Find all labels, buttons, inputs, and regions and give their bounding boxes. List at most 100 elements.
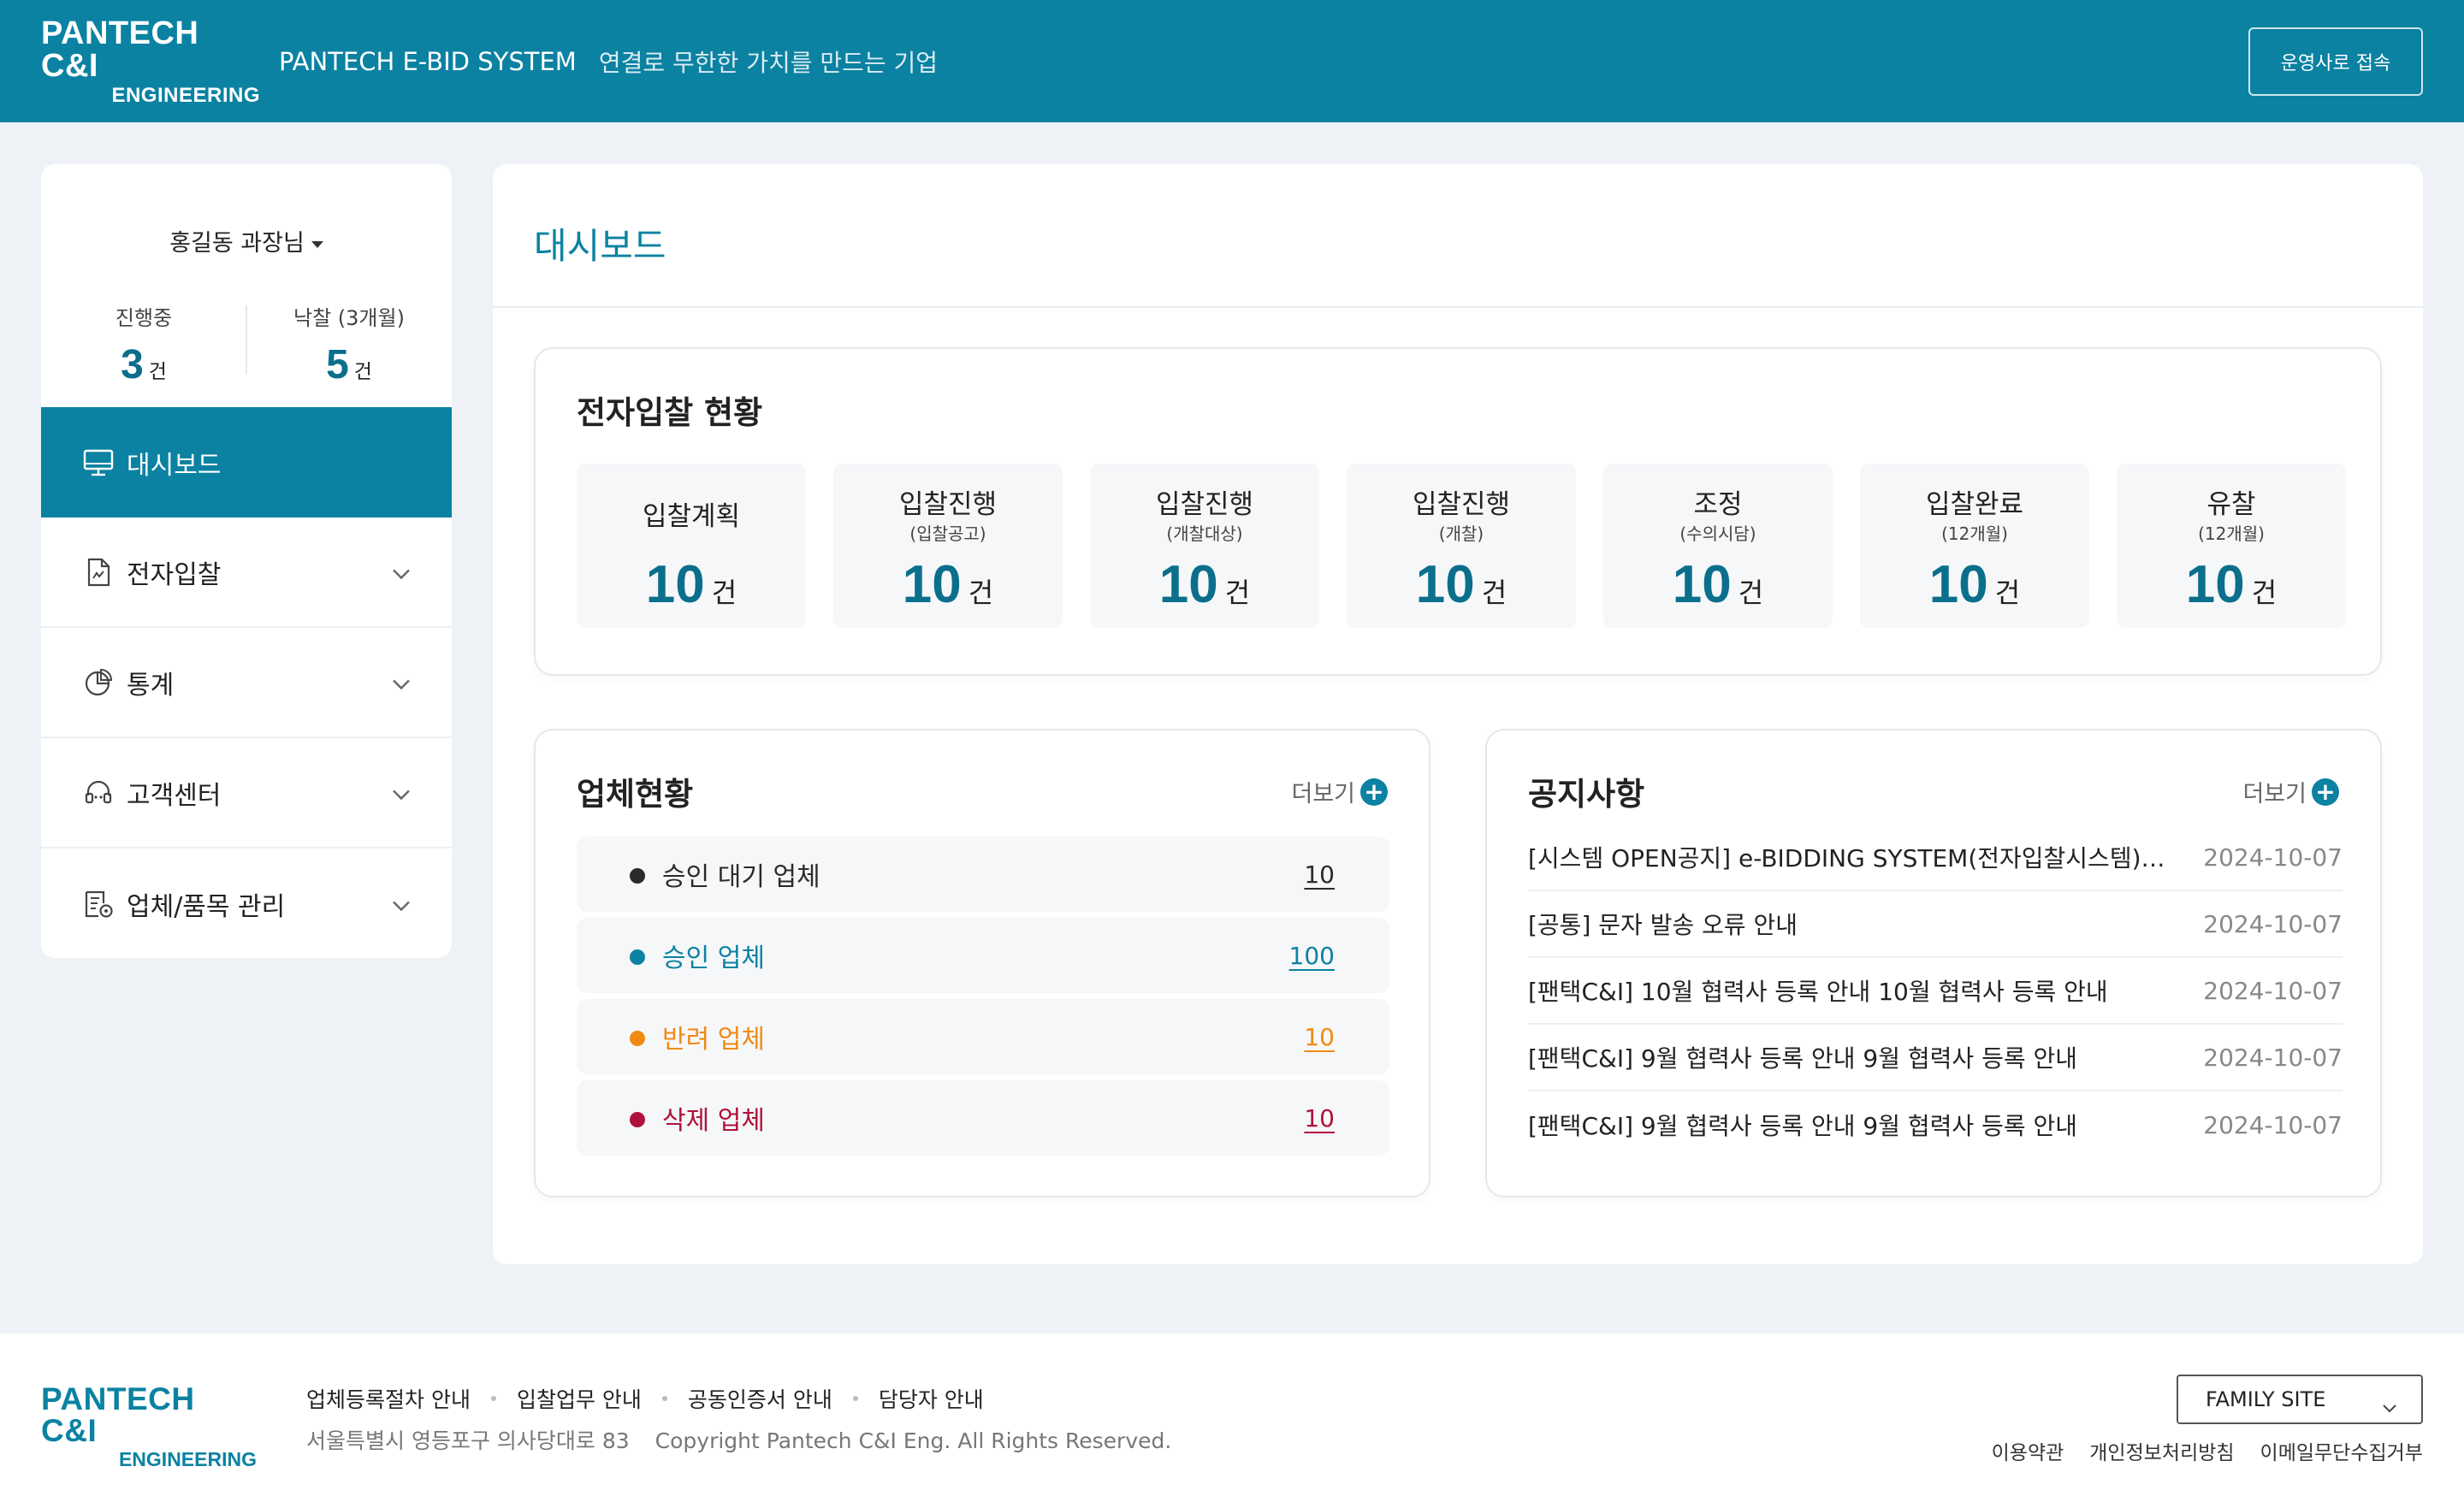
sidebar-item-statistics[interactable]: 통계 [41, 628, 452, 738]
status-dot [630, 868, 645, 884]
chevron-down-icon [392, 557, 411, 587]
plus-circle-icon: + [2312, 778, 2339, 806]
footer-copyright: Copyright Pantech C&I Eng. All Rights Re… [654, 1428, 1172, 1453]
company-logo[interactable]: PANTECH C&I ENGINEERING [41, 17, 260, 106]
notice-title[interactable]: [공통] 문자 발송 오류 안내 [1528, 907, 1798, 941]
tile-sub: (입찰공고) [909, 523, 986, 544]
tile-bid-opening[interactable]: 입찰진행 (개찰) 10 건 [1347, 464, 1576, 628]
tile-name: 입찰계획 [642, 501, 741, 532]
stat-in-progress: 진행중 3건 [41, 301, 246, 388]
top-header: PANTECH C&I ENGINEERING PANTECH E-BID SY… [0, 0, 2464, 122]
company-row-count[interactable]: 100 [1289, 942, 1335, 970]
company-row-label: 반려 업체 [662, 1025, 765, 1055]
sidebar-menu: 대시보드 전자입찰 통계 고객센터 업체/품목 관리 [41, 407, 452, 958]
sidebar: 홍길동 과장님 진행중 3건 낙찰 (3개월) 5건 대시보드 전자입찰 통계 [41, 164, 452, 958]
company-row-count[interactable]: 10 [1304, 1104, 1335, 1132]
footer-logo: PANTECH C&I ENGINEERING [41, 1383, 257, 1469]
sidebar-item-label: 업체/품목 관리 [127, 891, 286, 922]
document-icon [82, 556, 115, 588]
sidebar-item-company-items[interactable]: 업체/품목 관리 [41, 849, 452, 958]
headset-icon [82, 777, 115, 809]
tile-value: 10 [645, 555, 705, 614]
tile-bid-plan[interactable]: 입찰계획 10 건 [577, 464, 806, 628]
user-menu[interactable]: 홍길동 과장님 [41, 224, 452, 257]
company-status-card: 업체현황 더보기 + 승인 대기 업체 10 승인 업체 100 반려 업체 1… [534, 729, 1430, 1197]
notice-title[interactable]: [팬택C&I] 9월 협력사 등록 안내 9월 협력사 등록 안내 [1528, 1108, 2077, 1142]
tile-bid-opening-target[interactable]: 입찰진행 (개찰대상) 10 건 [1090, 464, 1319, 628]
family-site-select[interactable]: FAMILY SITE [2177, 1375, 2423, 1424]
status-dot [630, 1112, 645, 1127]
plus-circle-icon: + [1360, 778, 1388, 806]
notice-title[interactable]: [팬택C&I] 10월 협력사 등록 안내 10월 협력사 등록 안내 [1528, 973, 2108, 1008]
policy-link[interactable]: 개인정보처리방침 [2089, 1436, 2234, 1465]
notice-date: 2024-10-07 [2203, 976, 2343, 1005]
sidebar-item-ebid[interactable]: 전자입찰 [41, 517, 452, 628]
sidebar-item-customer-center[interactable]: 고객센터 [41, 738, 452, 849]
company-row-label: 삭제 업체 [662, 1106, 765, 1136]
notice-row[interactable]: [팬택C&I] 9월 협력사 등록 안내 9월 협력사 등록 안내 2024-1… [1528, 1091, 2343, 1158]
sidebar-item-dashboard[interactable]: 대시보드 [41, 407, 452, 517]
tile-bid-complete[interactable]: 입찰완료 (12개월) 10 건 [1860, 464, 2089, 628]
footer-link[interactable]: 담당자 안내 [879, 1383, 984, 1414]
stat-value: 5 [326, 342, 349, 387]
link-separator [661, 1396, 667, 1401]
page-title: 대시보드 [534, 225, 666, 267]
bid-status-tiles: 입찰계획 10 건 입찰진행 (입찰공고) 10 건 입찰진행 (개찰대상) 10 건… [577, 464, 2346, 628]
chevron-down-icon [2382, 1395, 2397, 1419]
notice-date: 2024-10-07 [2203, 1110, 2343, 1139]
notice-title[interactable]: [시스템 OPEN공지] e-BIDDING SYSTEM(전자입찰시스템)이 … [1528, 840, 2178, 874]
policy-link[interactable]: 이메일무단수집거부 [2260, 1436, 2423, 1465]
tile-adjustment[interactable]: 조정 (수의시담) 10 건 [1603, 464, 1833, 628]
sidebar-item-label: 대시보드 [127, 450, 222, 481]
notice-row[interactable]: [공통] 문자 발송 오류 안내 2024-10-07 [1528, 891, 2343, 958]
company-row-deleted[interactable]: 삭제 업체 10 [577, 1080, 1389, 1156]
footer-link[interactable]: 입찰업무 안내 [517, 1383, 642, 1414]
tile-bid-announcement[interactable]: 입찰진행 (입찰공고) 10 건 [833, 464, 1063, 628]
company-row-label: 승인 업체 [662, 943, 765, 973]
footer-address: 서울특별시 영등포구 의사당대로 83 [306, 1428, 630, 1453]
tile-name: 유찰 [2206, 489, 2256, 520]
tile-name: 입찰진행 [898, 489, 998, 520]
tile-sub: (개찰대상) [1166, 523, 1243, 544]
more-link[interactable]: 더보기 + [1291, 775, 1388, 808]
stat-unit: 건 [353, 360, 372, 382]
chevron-down-icon [392, 889, 411, 919]
notice-row[interactable]: [팬택C&I] 10월 협력사 등록 안내 10월 협력사 등록 안내 2024… [1528, 958, 2343, 1025]
tile-unit: 건 [1481, 577, 1507, 608]
more-link[interactable]: 더보기 + [2242, 775, 2339, 808]
notice-title[interactable]: [팬택C&I] 9월 협력사 등록 안내 9월 협력사 등록 안내 [1528, 1040, 2077, 1074]
operator-connect-button[interactable]: 운영사로 접속 [2248, 27, 2423, 96]
stat-awarded: 낙찰 (3개월) 5건 [246, 301, 452, 388]
tile-sub: (12개월) [2198, 523, 2265, 544]
company-row-count[interactable]: 10 [1304, 1023, 1335, 1051]
more-label: 더보기 [1291, 781, 1355, 807]
policy-link[interactable]: 이용약관 [1992, 1436, 2064, 1465]
company-row-rejected[interactable]: 반려 업체 10 [577, 999, 1389, 1074]
more-label: 더보기 [2242, 781, 2307, 807]
company-row-approved[interactable]: 승인 업체 100 [577, 918, 1389, 993]
family-site-label: FAMILY SITE [2206, 1387, 2326, 1411]
notice-date: 2024-10-07 [2203, 843, 2343, 872]
footer-link[interactable]: 업체등록절차 안내 [306, 1383, 471, 1414]
policy-links: 이용약관 개인정보처리방침 이메일무단수집거부 [1992, 1436, 2423, 1465]
company-row-pending[interactable]: 승인 대기 업체 10 [577, 837, 1389, 912]
tile-unit: 건 [1738, 577, 1764, 608]
stat-unit: 건 [148, 360, 167, 382]
tile-sub: (수의시담) [1679, 523, 1756, 544]
monitor-icon [82, 446, 115, 479]
slogan: 연결로 무한한 가치를 만드는 기업 [598, 48, 939, 77]
tile-unit: 건 [1994, 577, 2021, 608]
notice-row[interactable]: [시스템 OPEN공지] e-BIDDING SYSTEM(전자입찰시스템)이 … [1528, 825, 2343, 891]
sidebar-item-label: 고객센터 [127, 780, 222, 811]
footer-link[interactable]: 공동인증서 안내 [688, 1383, 832, 1414]
tile-value: 10 [1415, 555, 1475, 614]
notice-list: [시스템 OPEN공지] e-BIDDING SYSTEM(전자입찰시스템)이 … [1528, 825, 2343, 1158]
notice-row[interactable]: [팬택C&I] 9월 협력사 등록 안내 9월 협력사 등록 안내 2024-1… [1528, 1025, 2343, 1091]
stat-label: 낙찰 (3개월) [293, 306, 405, 330]
tile-name: 입찰진행 [1412, 489, 1511, 520]
sidebar-item-label: 전자입찰 [127, 559, 222, 590]
caret-down-icon [311, 240, 323, 248]
tile-bid-failed[interactable]: 유찰 (12개월) 10 건 [2117, 464, 2346, 628]
company-row-count[interactable]: 10 [1304, 860, 1335, 889]
tile-unit: 건 [711, 577, 737, 608]
